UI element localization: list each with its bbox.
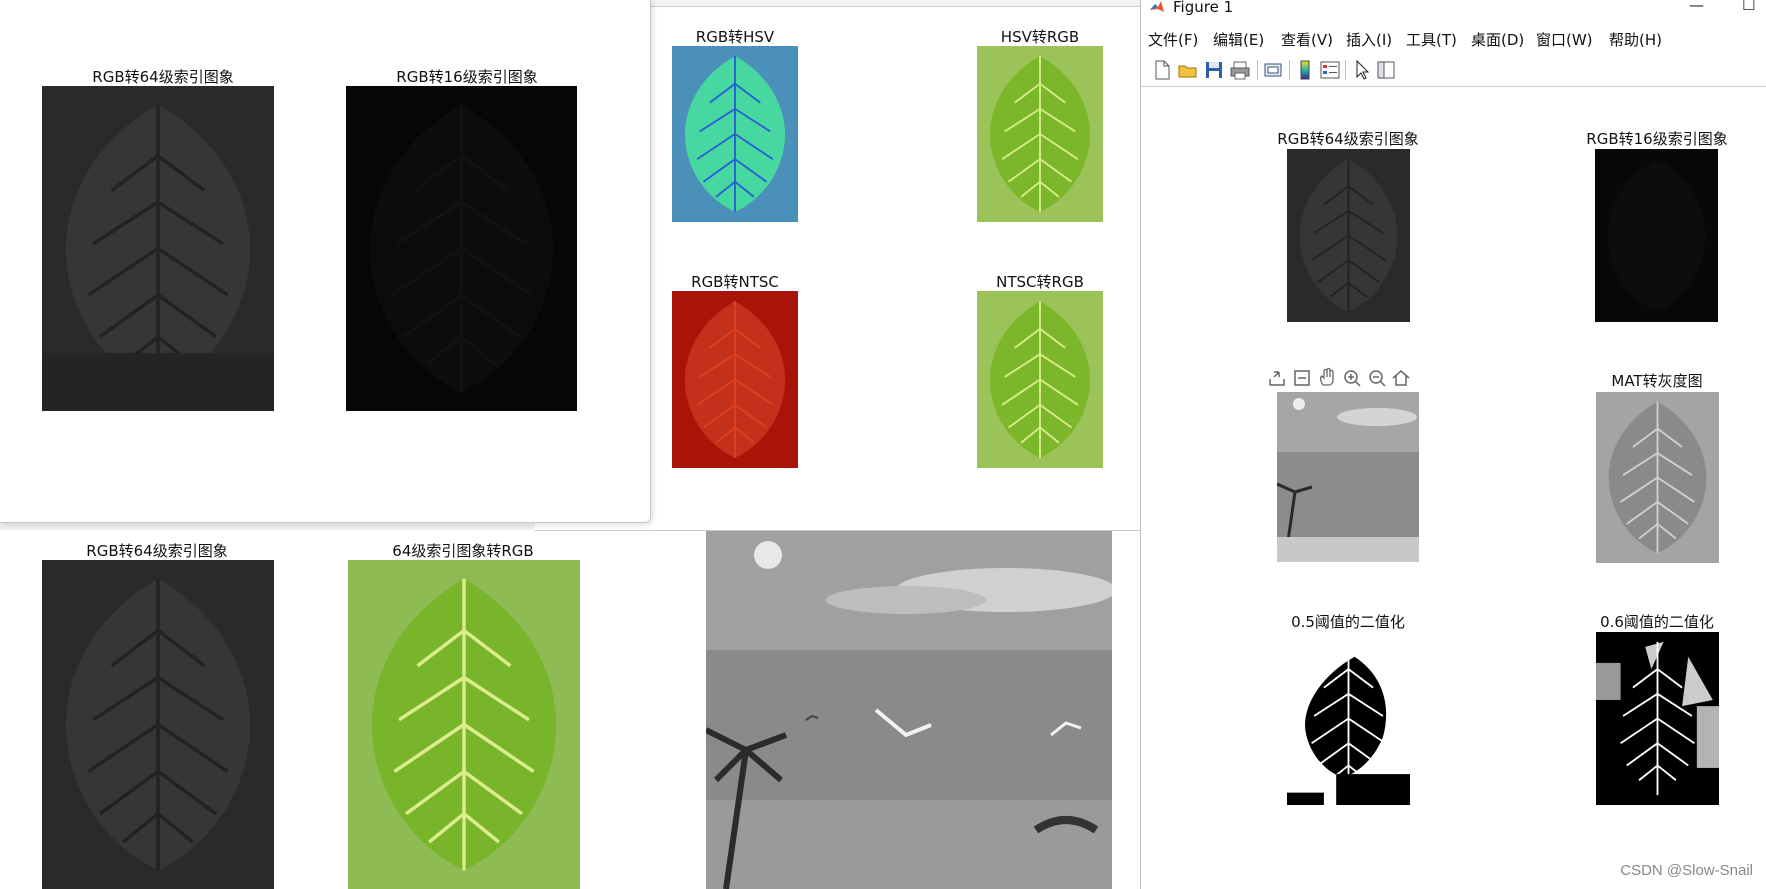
property-editor-icon[interactable] <box>1375 59 1397 81</box>
pan-icon[interactable] <box>1316 367 1338 389</box>
menu-file[interactable]: 文件(F) <box>1148 29 1198 50</box>
print-icon[interactable] <box>1229 59 1251 81</box>
subplot-title: RGB转16级索引图象 <box>1586 130 1728 148</box>
legend-icon[interactable] <box>1319 59 1341 81</box>
figure1-toolbar <box>1141 56 1766 87</box>
figure-window-index-restore: RGB转64级索引图象 64级索引图象转RGB <box>0 530 621 889</box>
subplot-title: NTSC转RGB <box>996 273 1084 291</box>
menu-help[interactable]: 帮助(H) <box>1609 29 1662 50</box>
toolbar-separator <box>1345 60 1346 80</box>
brush-icon[interactable] <box>1291 367 1313 389</box>
axes-toolbar <box>1266 367 1410 389</box>
figure-window-index-images: RGB转64级索引图象 RGB转16级索引图象 <box>0 0 651 523</box>
menu-desktop[interactable]: 桌面(D) <box>1471 29 1524 50</box>
ntsc-to-rgb-image <box>977 291 1103 468</box>
subplot-title: MAT转灰度图 <box>1611 372 1703 390</box>
seascape-grayscale-image <box>706 530 1112 889</box>
figure1-window: Figure 1 — ☐ 文件(F) 编辑(E) 查看(V) 插入(I) 工具(… <box>1140 0 1766 889</box>
subplot-title: RGB转NTSC <box>691 273 779 291</box>
matlab-logo-icon <box>1150 1 1164 12</box>
mat-grayscale-image <box>1596 392 1719 563</box>
maximize-button[interactable]: ☐ <box>1742 0 1755 14</box>
subplot-title: RGB转64级索引图象 <box>86 542 228 560</box>
subplot-title: 0.6阈值的二值化 <box>1600 613 1714 631</box>
index16-image <box>1595 149 1718 322</box>
ntsc-image <box>672 291 798 468</box>
pointer-icon[interactable] <box>1351 59 1373 81</box>
toolbar-separator <box>1257 60 1258 80</box>
menu-insert[interactable]: 插入(I) <box>1346 29 1392 50</box>
menu-tools[interactable]: 工具(T) <box>1406 29 1457 50</box>
new-file-icon[interactable] <box>1151 59 1173 81</box>
minimize-button[interactable]: — <box>1689 0 1704 14</box>
index64-image <box>1287 149 1410 322</box>
menu-edit[interactable]: 编辑(E) <box>1213 29 1264 50</box>
colorbar-icon[interactable] <box>1294 59 1316 81</box>
export-icon[interactable] <box>1266 367 1288 389</box>
home-icon[interactable] <box>1390 367 1412 389</box>
toolbar-separator <box>1289 60 1290 80</box>
index64-to-rgb-image <box>348 560 580 889</box>
zoom-out-icon[interactable] <box>1366 367 1388 389</box>
subplot-title: RGB转HSV <box>695 28 775 46</box>
figure1-titlebar[interactable]: Figure 1 — ☐ <box>1141 0 1766 16</box>
binary-05-image <box>1287 632 1410 805</box>
subplot-title: RGB转64级索引图象 <box>92 68 234 86</box>
subplot-title: 0.5阈值的二值化 <box>1291 613 1405 631</box>
open-folder-icon[interactable] <box>1177 59 1199 81</box>
hsv-image <box>672 46 798 222</box>
subplot-title: HSV转RGB <box>1000 28 1080 46</box>
subplot-title: 64级索引图象转RGB <box>392 542 534 560</box>
subplot-title: RGB转64级索引图象 <box>1277 130 1419 148</box>
figure-window-grayscale <box>620 530 1140 889</box>
seascape-grayscale-thumb <box>1277 392 1419 562</box>
menu-window[interactable]: 窗口(W) <box>1536 29 1593 50</box>
link-plot-icon[interactable] <box>1262 59 1284 81</box>
subplot-title: RGB转16级索引图象 <box>396 68 538 86</box>
figure1-menubar: 文件(F) 编辑(E) 查看(V) 插入(I) 工具(T) 桌面(D) 窗口(W… <box>1141 27 1766 51</box>
zoom-in-icon[interactable] <box>1341 367 1363 389</box>
menu-view[interactable]: 查看(V) <box>1281 29 1333 50</box>
hsv-to-rgb-image <box>977 46 1103 222</box>
index64-image <box>42 560 274 889</box>
binary-06-image <box>1596 632 1719 805</box>
save-icon[interactable] <box>1203 59 1225 81</box>
index64-image <box>42 86 274 411</box>
figure1-title: Figure 1 <box>1173 0 1234 16</box>
index16-image <box>346 86 577 411</box>
watermark: CSDN @Slow-Snail <box>1620 862 1753 879</box>
